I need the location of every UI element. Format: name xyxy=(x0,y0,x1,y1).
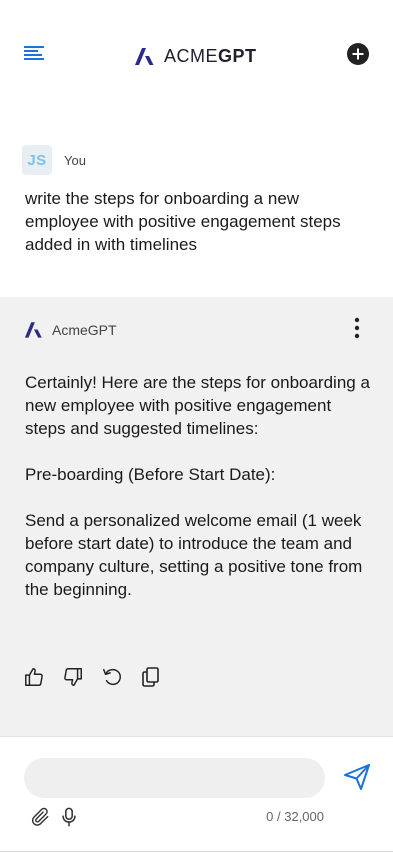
paperclip-icon xyxy=(31,807,49,826)
app-header: ACMEGPT xyxy=(0,0,393,108)
message-input[interactable] xyxy=(24,758,325,798)
kebab-menu-icon xyxy=(354,317,360,339)
message-composer: 0 / 32,000 xyxy=(0,736,393,852)
assistant-author-label: AcmeGPT xyxy=(52,321,117,338)
assistant-paragraph: Send a personalized welcome email (1 wee… xyxy=(25,511,363,599)
user-message-text: write the steps for onboarding a new emp… xyxy=(25,189,341,254)
thumbs-down-button[interactable] xyxy=(62,665,84,689)
more-options-button[interactable] xyxy=(347,317,367,341)
brand-name: ACMEGPT xyxy=(164,46,257,67)
new-chat-button[interactable] xyxy=(346,42,370,66)
microphone-button[interactable] xyxy=(60,807,78,827)
assistant-message-header: AcmeGPT xyxy=(24,320,117,339)
brand-name-light: ACME xyxy=(164,45,219,66)
send-icon xyxy=(344,764,370,790)
user-avatar: JS xyxy=(22,145,52,175)
chat-screen: ACMEGPT JS You write the steps for onboa… xyxy=(0,0,393,852)
brand-name-bold: GPT xyxy=(218,45,257,66)
character-counter: 0 / 32,000 xyxy=(266,809,324,824)
acme-logo-icon xyxy=(24,322,42,338)
thumbs-down-icon xyxy=(64,668,82,686)
user-author-label: You xyxy=(64,152,86,168)
assistant-message: AcmeGPT Certainly! Here are the steps fo… xyxy=(0,297,393,736)
assistant-paragraph: Certainly! Here are the steps for onboar… xyxy=(25,373,370,438)
regenerate-icon xyxy=(103,668,121,686)
brand-logo: ACMEGPT xyxy=(134,44,257,68)
user-message: JS You write the steps for onboarding a … xyxy=(0,145,393,256)
plus-circle-icon xyxy=(347,43,369,65)
regenerate-button[interactable] xyxy=(101,665,123,689)
thumbs-up-button[interactable] xyxy=(23,665,45,689)
acme-logo-icon xyxy=(135,48,154,65)
thumbs-up-icon xyxy=(25,668,43,686)
microphone-icon xyxy=(62,807,76,827)
user-message-header: JS You xyxy=(0,145,393,175)
copy-button[interactable] xyxy=(140,665,162,689)
attach-button[interactable] xyxy=(31,807,51,827)
menu-icon[interactable] xyxy=(22,43,46,63)
copy-icon xyxy=(142,667,159,687)
send-button[interactable] xyxy=(343,763,371,791)
assistant-paragraph: Pre-boarding (Before Start Date): xyxy=(25,465,276,484)
response-actions xyxy=(23,665,162,689)
assistant-message-body: Certainly! Here are the steps for onboar… xyxy=(25,371,370,601)
